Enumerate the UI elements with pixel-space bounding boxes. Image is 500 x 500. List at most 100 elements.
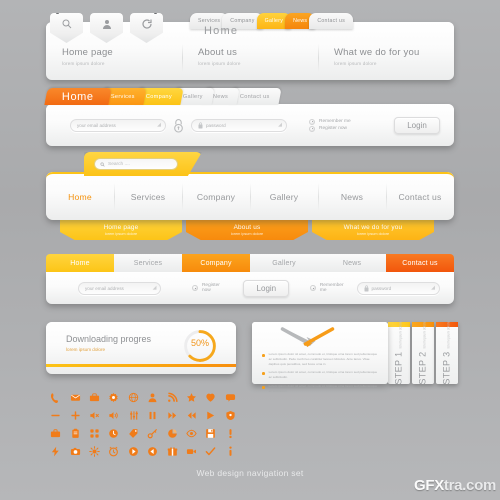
tab-news[interactable]: News [318, 254, 386, 272]
email-field[interactable]: your email address ◢ [78, 281, 162, 295]
icon-cell[interactable] [162, 424, 181, 442]
icon-cell[interactable] [124, 424, 143, 442]
icon-cell[interactable] [65, 406, 84, 424]
icon-cell[interactable] [182, 442, 201, 460]
ribbon-subtitle: lorem ipsum dolore [356, 232, 390, 236]
register-now-option[interactable]: Register now [192, 283, 226, 293]
menu-item-company[interactable]: Company [182, 174, 250, 220]
column-home-page[interactable]: Home page lorem ipsum dolore [46, 40, 182, 80]
ribbon-home-page[interactable]: Home page lorem ipsum dolore [60, 219, 182, 240]
resize-corner-icon: ◢ [278, 122, 282, 128]
icon-cell[interactable] [143, 424, 162, 442]
menu-item-news[interactable]: News [318, 174, 386, 220]
tab-company[interactable]: Company [182, 254, 250, 272]
icon-cell[interactable] [143, 442, 162, 460]
tab-contact-us[interactable]: Contact us [309, 13, 354, 29]
icon-cell[interactable] [65, 388, 84, 406]
icon-cell[interactable] [201, 424, 220, 442]
watermark-suffix: tra.com [443, 477, 496, 494]
pause-icon [149, 411, 156, 419]
exclamation-icon [229, 428, 232, 438]
alarm-clock-icon [109, 446, 119, 456]
icon-cell[interactable] [143, 388, 162, 406]
register-now-option[interactable]: Register now [309, 125, 351, 132]
remember-me-label: Remember me [319, 119, 351, 124]
icon-cell[interactable] [124, 406, 143, 424]
column-what-we-do[interactable]: What we do for you lorem ipsum dolore [318, 40, 454, 80]
icon-cell[interactable] [46, 442, 65, 460]
hanger-user[interactable] [90, 13, 123, 43]
icon-row [46, 442, 260, 460]
column-subtitle: lorem ipsum dolore [198, 61, 241, 66]
icon-cell[interactable] [104, 442, 123, 460]
icon-cell[interactable] [162, 442, 181, 460]
password-field[interactable]: password ◢ [356, 281, 440, 295]
login-button[interactable]: Login [394, 116, 440, 134]
tab-home[interactable]: Home [46, 254, 114, 272]
icon-cell[interactable] [65, 424, 84, 442]
menu-item-services[interactable]: Services [114, 174, 182, 220]
hanger-refresh[interactable] [130, 13, 163, 43]
menu-item-home[interactable]: Home [46, 174, 114, 220]
radio-icon[interactable] [309, 125, 315, 132]
icon-cell[interactable] [85, 442, 104, 460]
icon-cell[interactable] [221, 388, 240, 406]
step-tab-2[interactable]: STEP 2 lorem ipsum dolore [412, 321, 434, 385]
icon-cell[interactable] [162, 388, 181, 406]
icon-cell[interactable] [46, 424, 65, 442]
icon-cell[interactable] [221, 442, 240, 460]
remember-me-option[interactable]: Remember me [309, 118, 351, 125]
icon-cell[interactable] [85, 406, 104, 424]
icon-cell[interactable] [104, 406, 123, 424]
icon-cell[interactable] [201, 388, 220, 406]
icon-cell[interactable] [182, 424, 201, 442]
tab-home[interactable]: Home [44, 88, 112, 105]
email-field[interactable]: your email address ◢ [70, 118, 166, 132]
search-placeholder: Search .... [108, 161, 130, 167]
icon-cell[interactable] [201, 406, 220, 424]
icon-cell[interactable] [201, 442, 220, 460]
icon-cell[interactable] [124, 388, 143, 406]
icon-cell[interactable] [104, 424, 123, 442]
hanger-search[interactable] [50, 13, 83, 43]
step-tab-3[interactable]: STEP 3 lorem ipsum dolore [436, 321, 458, 385]
tab-label: News [293, 18, 308, 24]
icon-cell[interactable] [85, 388, 104, 406]
remember-me-option[interactable]: Remember me [310, 283, 347, 293]
icon-cell[interactable] [85, 424, 104, 442]
icon-cell[interactable] [124, 442, 143, 460]
step-name: STEP 1 [394, 351, 405, 385]
password-field[interactable]: password ◢ [191, 118, 287, 132]
step-subtitle: lorem ipsum dolore [399, 321, 404, 349]
icon-cell[interactable] [221, 424, 240, 442]
gear-icon [109, 392, 119, 402]
icon-cell[interactable] [46, 406, 65, 424]
fast-forward-icon [167, 411, 176, 419]
block1-columns: Home page lorem ipsum dolore About us lo… [46, 40, 454, 80]
icon-cell[interactable] [104, 388, 123, 406]
search-input[interactable]: Search .... [94, 158, 178, 170]
radio-icon[interactable] [192, 285, 198, 291]
login-button[interactable]: Login [243, 279, 290, 297]
remember-me-label: Remember me [319, 283, 344, 293]
icon-cell[interactable] [65, 442, 84, 460]
radio-icon[interactable] [309, 118, 315, 125]
ribbon-what-we-do[interactable]: What we do for you lorem ipsum dolore [312, 219, 434, 240]
tab-services[interactable]: Services [114, 254, 182, 272]
icon-cell[interactable] [182, 388, 201, 406]
login-form: your email address ◢ password ◢ Remember… [46, 112, 454, 138]
ribbon-about-us[interactable]: About us lorem ipsum dolore [186, 219, 308, 240]
step-tab-1[interactable]: STEP 1 lorem ipsum dolore [388, 321, 410, 385]
menu-item-gallery[interactable]: Gallery [250, 174, 318, 220]
column-about-us[interactable]: About us lorem ipsum dolore [182, 40, 318, 80]
icon-cell[interactable] [182, 406, 201, 424]
radio-icon[interactable] [310, 285, 316, 291]
tab-contact-us[interactable]: Contact us [386, 254, 454, 272]
rewind-icon [187, 411, 196, 419]
tab-gallery[interactable]: Gallery [250, 254, 318, 272]
icon-cell[interactable] [162, 406, 181, 424]
icon-cell[interactable] [143, 406, 162, 424]
icon-cell[interactable] [46, 388, 65, 406]
menu-item-contact-us[interactable]: Contact us [386, 174, 454, 220]
icon-cell[interactable] [221, 406, 240, 424]
